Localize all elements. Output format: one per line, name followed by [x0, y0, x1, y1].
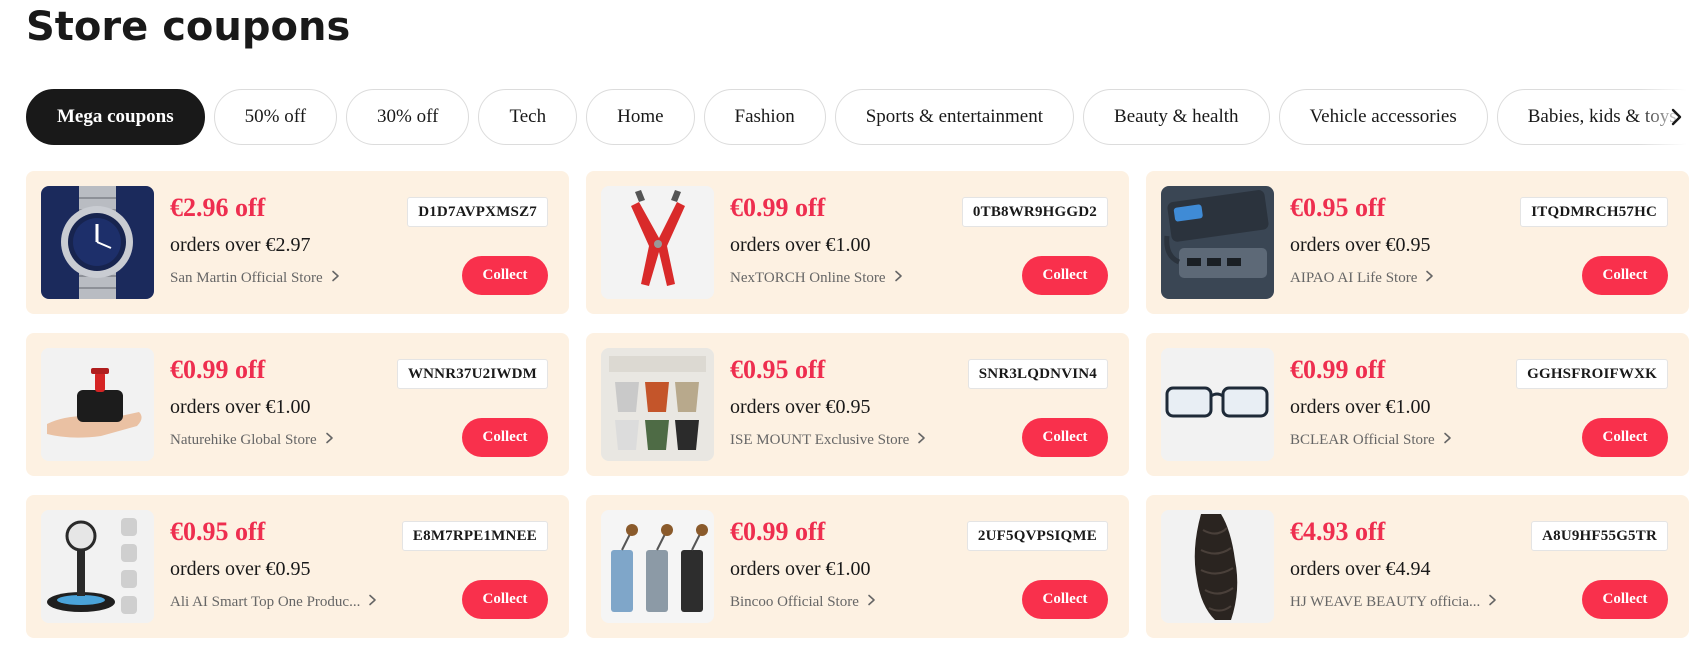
collect-button[interactable]: Collect — [1022, 580, 1108, 619]
discount-condition: orders over €1.00 — [1290, 396, 1431, 418]
category-chip[interactable]: 50% off — [213, 89, 338, 145]
chevron-right-icon — [894, 270, 903, 287]
coupon-code: GGHSFROIFWXK — [1516, 359, 1668, 389]
coupon-code: ITQDMRCH57HC — [1520, 197, 1668, 227]
product-image[interactable] — [1161, 510, 1274, 623]
category-chip[interactable]: Tech — [478, 89, 578, 145]
store-link[interactable]: BCLEAR Official Store — [1290, 432, 1452, 449]
store-link[interactable]: Naturehike Global Store — [170, 432, 334, 449]
store-name: ISE MOUNT Exclusive Store — [730, 432, 910, 448]
coupon-card: €4.93 off orders over €4.94 HJ WEAVE BEAUT… — [1146, 495, 1689, 638]
category-chip[interactable]: 30% off — [346, 89, 470, 145]
coupon-card: €2.96 off orders over €2.97 San Martin Off… — [26, 171, 569, 314]
product-image[interactable] — [41, 510, 154, 623]
coupon-code: SNR3LQDNVIN4 — [967, 359, 1108, 389]
collect-button[interactable]: Collect — [462, 580, 548, 619]
discount-amount: €4.93 off — [1290, 517, 1386, 546]
discount-amount: €0.99 off — [730, 193, 826, 222]
coupon-card: €0.99 off orders over €1.00 Naturehike Glo… — [26, 333, 569, 476]
chevron-right-icon — [917, 432, 926, 449]
coupon-code: A8U9HF55G5TR — [1531, 521, 1668, 551]
page-title: Store coupons — [26, 4, 351, 50]
category-chip[interactable]: Fashion — [703, 89, 826, 145]
collect-button[interactable]: Collect — [1022, 418, 1108, 457]
store-name: BCLEAR Official Store — [1290, 432, 1435, 448]
store-name: Ali AI Smart Top One Produc... — [170, 594, 361, 610]
product-image[interactable] — [1161, 186, 1274, 299]
coupon-card: €0.95 off orders over €0.95 AIPAO AI Life … — [1146, 171, 1689, 314]
discount-condition: orders over €0.95 — [1290, 234, 1431, 256]
coupon-grid: €2.96 off orders over €2.97 San Martin Off… — [26, 171, 1689, 638]
store-link[interactable]: San Martin Official Store — [170, 270, 340, 287]
category-chip[interactable]: Vehicle accessories — [1278, 89, 1488, 145]
collect-button[interactable]: Collect — [462, 418, 548, 457]
chevron-right-icon[interactable] — [1662, 103, 1690, 131]
coupon-card: €0.99 off orders over €1.00 Bincoo Officia… — [586, 495, 1129, 638]
category-chip[interactable]: Home — [586, 89, 695, 145]
chevron-right-icon — [368, 594, 377, 611]
chevron-right-icon — [1488, 594, 1497, 611]
collect-button[interactable]: Collect — [1582, 580, 1668, 619]
product-image[interactable] — [41, 186, 154, 299]
discount-condition: orders over €4.94 — [1290, 558, 1431, 580]
coupon-code: 2UF5QVPSIQME — [966, 521, 1108, 551]
store-name: HJ WEAVE BEAUTY officia... — [1290, 594, 1481, 610]
store-name: NexTORCH Online Store — [730, 270, 886, 286]
store-name: Naturehike Global Store — [170, 432, 317, 448]
discount-condition: orders over €1.00 — [730, 558, 871, 580]
discount-condition: orders over €1.00 — [730, 234, 871, 256]
product-image[interactable] — [41, 348, 154, 461]
store-link[interactable]: Bincoo Official Store — [730, 594, 876, 611]
coupon-card: €0.99 off orders over €1.00 BCLEAR Officia… — [1146, 333, 1689, 476]
store-name: San Martin Official Store — [170, 270, 323, 286]
chevron-right-icon — [867, 594, 876, 611]
discount-condition: orders over €2.97 — [170, 234, 311, 256]
collect-button[interactable]: Collect — [462, 256, 548, 295]
product-image[interactable] — [601, 348, 714, 461]
coupon-card: €0.99 off orders over €1.00 NexTORCH Onlin… — [586, 171, 1129, 314]
category-tabs: Mega coupons 50% off 30% off Tech Home Fashio… — [26, 89, 1708, 145]
category-chip[interactable]: Mega coupons — [26, 89, 205, 145]
coupon-code: 0TB8WR9HGGD2 — [961, 197, 1108, 227]
chevron-right-icon — [1443, 432, 1452, 449]
coupon-code: WNNR37U2IWDM — [396, 359, 548, 389]
discount-condition: orders over €0.95 — [170, 558, 311, 580]
store-name: AIPAO AI Life Store — [1290, 270, 1418, 286]
store-link[interactable]: AIPAO AI Life Store — [1290, 270, 1434, 287]
store-link[interactable]: NexTORCH Online Store — [730, 270, 903, 287]
chevron-right-icon — [331, 270, 340, 287]
collect-button[interactable]: Collect — [1582, 418, 1668, 457]
product-image[interactable] — [1161, 348, 1274, 461]
category-chip[interactable]: Sports & entertainment — [834, 89, 1075, 145]
product-image[interactable] — [601, 186, 714, 299]
chevron-right-icon — [325, 432, 334, 449]
discount-condition: orders over €1.00 — [170, 396, 311, 418]
discount-amount: €2.96 off — [170, 193, 266, 222]
collect-button[interactable]: Collect — [1582, 256, 1668, 295]
category-chip[interactable]: Beauty & health — [1083, 89, 1270, 145]
product-image[interactable] — [601, 510, 714, 623]
coupon-card: €0.95 off orders over €0.95 ISE MOUNT Excl… — [586, 333, 1129, 476]
coupon-code: E8M7RPE1MNEE — [401, 521, 548, 551]
discount-amount: €0.99 off — [1290, 355, 1386, 384]
store-link[interactable]: ISE MOUNT Exclusive Store — [730, 432, 926, 449]
discount-amount: €0.95 off — [730, 355, 826, 384]
discount-amount: €0.95 off — [170, 517, 266, 546]
store-name: Bincoo Official Store — [730, 594, 859, 610]
store-link[interactable]: Ali AI Smart Top One Produc... — [170, 594, 377, 611]
discount-amount: €0.99 off — [730, 517, 826, 546]
discount-amount: €0.95 off — [1290, 193, 1386, 222]
store-link[interactable]: HJ WEAVE BEAUTY officia... — [1290, 594, 1497, 611]
discount-condition: orders over €0.95 — [730, 396, 871, 418]
discount-amount: €0.99 off — [170, 355, 266, 384]
chevron-right-icon — [1425, 270, 1434, 287]
collect-button[interactable]: Collect — [1022, 256, 1108, 295]
coupon-code: D1D7AVPXMSZ7 — [407, 197, 548, 227]
coupon-card: €0.95 off orders over €0.95 Ali AI Smart T… — [26, 495, 569, 638]
